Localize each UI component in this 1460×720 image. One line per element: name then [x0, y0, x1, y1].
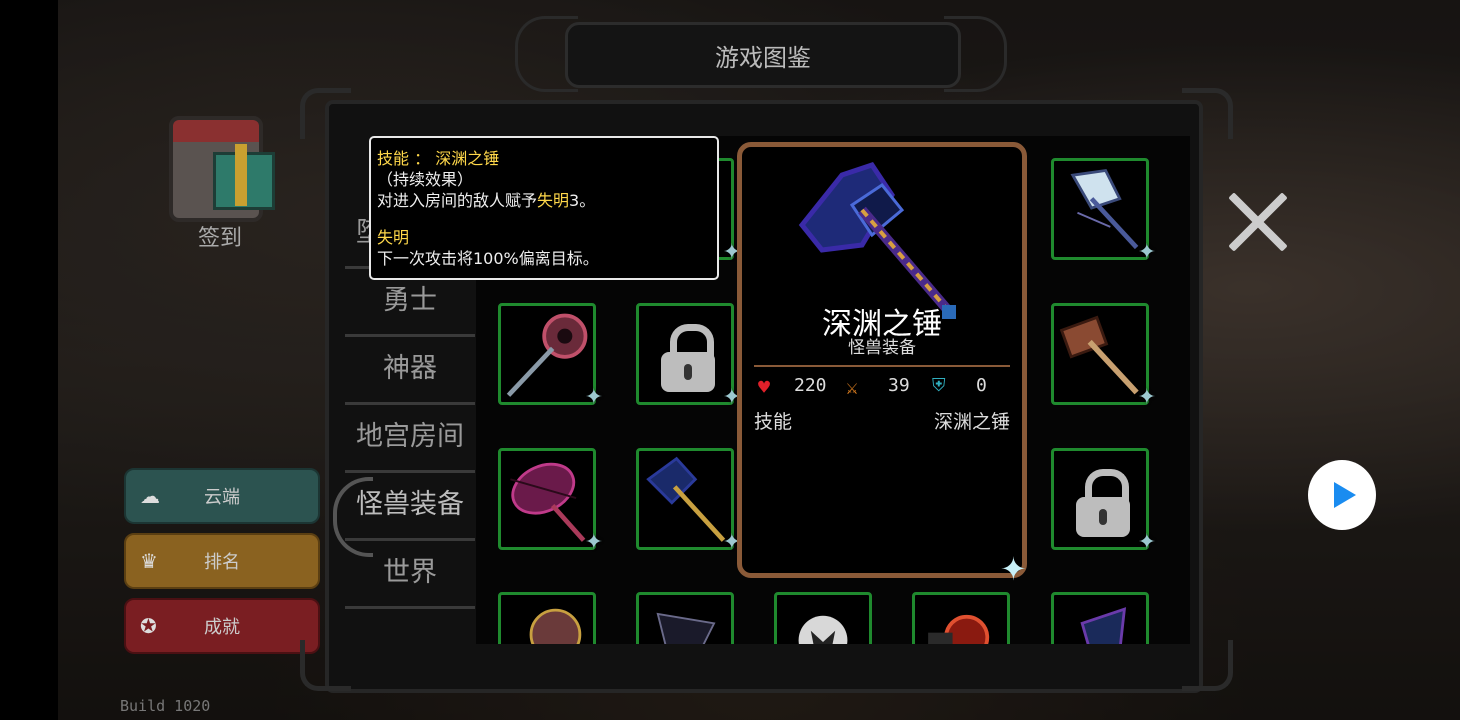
heart-icon: ♥ — [758, 375, 771, 399]
play-icon — [1334, 482, 1356, 508]
panel-corner-ornament — [300, 640, 351, 691]
tooltip-desc-keyword: 失明 — [537, 191, 570, 210]
cloud-button-label: 云端 — [204, 487, 240, 508]
shadow-blade-icon — [1080, 607, 1127, 644]
close-icon[interactable] — [1226, 190, 1290, 254]
item-slot-selected[interactable]: ✦ — [636, 448, 741, 555]
item-slot[interactable]: ✦ — [1051, 303, 1156, 410]
item-slot-locked[interactable]: ✦ — [1051, 448, 1156, 555]
signin-label[interactable]: 签到 — [190, 220, 250, 252]
gift-ribbon — [235, 144, 247, 206]
item-slot[interactable] — [498, 592, 596, 644]
spiked-mace-icon — [510, 462, 586, 542]
item-slot[interactable] — [912, 592, 1010, 644]
calendar-top — [169, 116, 263, 142]
lava-axe-icon — [928, 614, 990, 644]
item-slot[interactable] — [774, 592, 872, 644]
skill-value[interactable]: 深渊之锤 — [934, 407, 1010, 434]
skill-tooltip: 技能 ： 深渊之锤 （持续效果） 对进入房间的敌人赋予失明3。 失明 下一次攻击… — [369, 136, 719, 280]
tooltip-skill-line: 技能 ： 深渊之锤 — [377, 148, 711, 169]
item-slot[interactable] — [1051, 592, 1149, 644]
item-slot[interactable]: ✦ — [498, 448, 603, 555]
build-version: Build 1020 — [120, 697, 211, 715]
item-category: 怪兽装备 — [848, 338, 916, 358]
play-button[interactable] — [1308, 460, 1376, 530]
star-icon: ✦ — [584, 385, 603, 410]
hp-value: 220 — [794, 375, 827, 396]
shield-icon: ⛨ — [932, 375, 946, 396]
bone-hammer-icon — [1059, 315, 1139, 395]
tooltip-status-name: 失明 — [377, 228, 410, 247]
page-title: 游戏图鉴 — [565, 22, 961, 88]
tooltip-desc-suffix: 3。 — [569, 191, 596, 210]
tooltip-effect-type: （持续效果） — [377, 170, 474, 189]
frost-axe-icon — [1070, 168, 1139, 250]
sword-icon: ⚔ — [846, 375, 859, 399]
skill-label: 技能 — [754, 411, 793, 433]
tooltip-skill-prefix: 技能 ： — [377, 149, 436, 168]
panel-corner-ornament — [1182, 88, 1233, 139]
tooltip-desc-prefix: 对进入房间的敌人赋予 — [377, 191, 538, 210]
item-slot[interactable]: ✦ — [1051, 158, 1156, 265]
category-dungeon-room[interactable]: 地宫房间 — [345, 404, 475, 473]
defense-value: 0 — [976, 375, 987, 396]
tooltip-status-desc: 下一次攻击将100%偏离目标。 — [377, 249, 599, 268]
rank-button-label: 排名 — [204, 552, 240, 573]
crown-icon: ♛ — [140, 549, 158, 573]
star-icon: ✦ — [1137, 530, 1156, 555]
rank-button[interactable]: ♛ 排名 — [124, 533, 320, 589]
tooltip-skill-name: 深渊之锤 — [435, 149, 500, 168]
item-slot-locked[interactable]: ✦ — [636, 303, 741, 410]
tooltip-description: 对进入房间的敌人赋予失明3。 — [377, 190, 711, 211]
medal-icon: ✪ — [140, 614, 157, 638]
achievement-button-label: 成就 — [204, 617, 240, 638]
item-detail-card: 深渊之锤 怪兽装备 ♥ 220 ⚔ 39 ⛨ 0 技能 深渊之锤 — [737, 142, 1027, 578]
divider — [754, 365, 1010, 367]
star-icon: ✦ — [1137, 240, 1156, 265]
panel-corner-ornament — [300, 88, 351, 139]
flesh-staff-icon — [506, 313, 588, 397]
star-icon: ✦ — [1000, 550, 1027, 588]
category-artifact[interactable]: 神器 — [345, 336, 475, 405]
star-icon: ✦ — [584, 530, 603, 555]
signin-calendar-icon[interactable] — [165, 108, 275, 222]
cloud-button[interactable]: ☁ 云端 — [124, 468, 320, 524]
panel-corner-ornament — [1182, 640, 1233, 691]
item-slot[interactable]: ✦ — [498, 303, 603, 410]
horn-weapon-icon — [529, 608, 582, 644]
lock-icon — [1076, 469, 1130, 537]
cloud-icon: ☁ — [140, 484, 160, 508]
attack-value: 39 — [888, 375, 910, 396]
dark-claw-icon — [656, 612, 716, 644]
achievement-button[interactable]: ✪ 成就 — [124, 598, 320, 654]
lock-icon — [661, 324, 715, 392]
item-slot[interactable] — [636, 592, 734, 644]
abyss-hammer-icon — [646, 456, 726, 542]
star-icon: ✦ — [1137, 385, 1156, 410]
skull-mask-icon — [798, 615, 848, 644]
